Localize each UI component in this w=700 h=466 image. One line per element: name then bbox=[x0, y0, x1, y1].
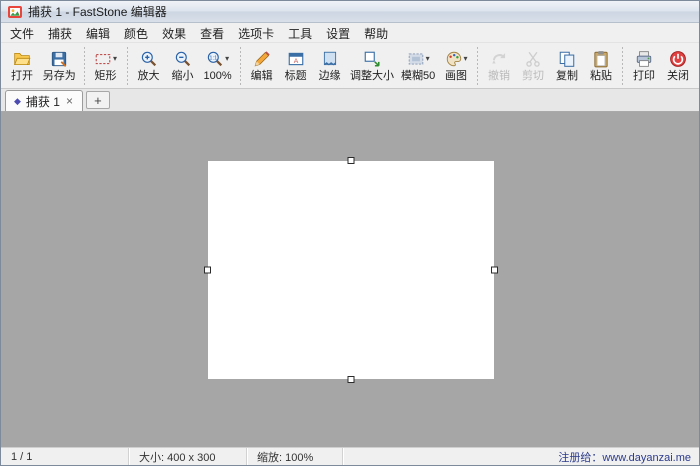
print-button[interactable]: 打印 bbox=[627, 45, 661, 87]
toolbar-label: 另存为 bbox=[43, 69, 76, 83]
zoom-in-icon bbox=[140, 50, 158, 68]
toolbar-label: 矩形 bbox=[95, 69, 117, 83]
edge-icon bbox=[321, 50, 339, 68]
folder-open-icon bbox=[13, 50, 31, 68]
draw-button[interactable]: ▾ 画图 bbox=[439, 45, 473, 87]
editor-canvas[interactable] bbox=[1, 112, 699, 447]
toolbar-label: 缩小 bbox=[172, 69, 194, 83]
tabbar: ◆ 捕获 1 × + bbox=[1, 89, 699, 112]
save-icon bbox=[50, 50, 68, 68]
statusbar: 1 / 1 大小: 400 x 300 缩放: 100% 注册给：www.day… bbox=[1, 447, 699, 465]
paste-icon bbox=[592, 50, 610, 68]
scissors-icon bbox=[524, 50, 542, 68]
toolbar-label: 关闭 bbox=[667, 69, 689, 83]
toolbar-label: 剪切 bbox=[522, 69, 544, 83]
toolbar-label: 模糊50 bbox=[401, 69, 435, 83]
menu-effects[interactable]: 效果 bbox=[155, 23, 193, 42]
svg-text:1:1: 1:1 bbox=[209, 55, 217, 61]
cut-button[interactable]: 剪切 bbox=[516, 45, 550, 87]
toolbar: 打开 另存为 ▾ 矩形 bbox=[1, 43, 699, 89]
menu-edit[interactable]: 编辑 bbox=[79, 23, 117, 42]
toolbar-label: 编辑 bbox=[251, 69, 273, 83]
new-tab-button[interactable]: + bbox=[86, 91, 110, 109]
toolbar-separator bbox=[240, 47, 241, 85]
toolbar-label: 标题 bbox=[285, 69, 307, 83]
resize-handle-top[interactable] bbox=[348, 157, 355, 164]
tab-label: 捕获 1 bbox=[26, 93, 60, 110]
captured-image[interactable] bbox=[208, 161, 494, 379]
chevron-down-icon: ▾ bbox=[225, 55, 229, 63]
toolbar-label: 100% bbox=[204, 69, 232, 83]
menu-file[interactable]: 文件 bbox=[3, 23, 41, 42]
open-button[interactable]: 打开 bbox=[5, 45, 39, 87]
toolbar-separator bbox=[622, 47, 623, 85]
copy-icon bbox=[558, 50, 576, 68]
resize-button[interactable]: 调整大小 bbox=[347, 45, 398, 87]
paint-icon bbox=[445, 50, 463, 68]
resize-handle-right[interactable] bbox=[491, 267, 498, 274]
paste-button[interactable]: 粘贴 bbox=[584, 45, 618, 87]
undo-icon bbox=[490, 50, 508, 68]
blur-icon bbox=[407, 50, 425, 68]
menu-capture[interactable]: 捕获 bbox=[41, 23, 79, 42]
zoom-out-button[interactable]: 缩小 bbox=[166, 45, 200, 87]
close-button[interactable]: 关闭 bbox=[661, 45, 695, 87]
tab-close-icon[interactable]: × bbox=[65, 94, 74, 108]
rect-select-icon bbox=[94, 50, 112, 68]
status-page-indicator: 1 / 1 bbox=[1, 448, 129, 465]
zoom-out-icon bbox=[174, 50, 192, 68]
toolbar-label: 打印 bbox=[633, 69, 655, 83]
status-registered-to: 注册给：www.dayanzai.me bbox=[548, 448, 699, 465]
app-window: 捕获 1 - FastStone 编辑器 文件 捕获 编辑 颜色 效果 查看 选… bbox=[0, 0, 700, 466]
toolbar-label: 调整大小 bbox=[350, 69, 394, 83]
resize-handle-bottom[interactable] bbox=[348, 376, 355, 383]
titlebar: 捕获 1 - FastStone 编辑器 bbox=[1, 1, 699, 23]
status-zoom-level: 缩放: 100% bbox=[247, 448, 343, 465]
toolbar-label: 放大 bbox=[138, 69, 160, 83]
menu-tabs[interactable]: 选项卡 bbox=[231, 23, 281, 42]
chevron-down-icon: ▾ bbox=[113, 55, 117, 63]
undo-button[interactable]: 撤销 bbox=[482, 45, 516, 87]
resize-icon bbox=[363, 50, 381, 68]
toolbar-separator bbox=[84, 47, 85, 85]
menu-help[interactable]: 帮助 bbox=[357, 23, 395, 42]
printer-icon bbox=[635, 50, 653, 68]
menu-settings[interactable]: 设置 bbox=[319, 23, 357, 42]
chevron-down-icon: ▾ bbox=[426, 55, 430, 63]
toolbar-label: 复制 bbox=[556, 69, 578, 83]
save-as-button[interactable]: 另存为 bbox=[39, 45, 80, 87]
edit-button[interactable]: 编辑 bbox=[245, 45, 279, 87]
zoom-level-icon: 1:1 bbox=[206, 50, 224, 68]
toolbar-label: 画图 bbox=[445, 69, 467, 83]
toolbar-separator bbox=[127, 47, 128, 85]
tab-diamond-icon: ◆ bbox=[14, 96, 21, 107]
toolbar-label: 撤销 bbox=[488, 69, 510, 83]
rectangle-select-button[interactable]: ▾ 矩形 bbox=[89, 45, 123, 87]
caption-icon: A bbox=[287, 50, 305, 68]
toolbar-separator bbox=[477, 47, 478, 85]
edge-button[interactable]: 边缘 bbox=[313, 45, 347, 87]
caption-button[interactable]: A 标题 bbox=[279, 45, 313, 87]
svg-text:A: A bbox=[293, 57, 298, 64]
app-logo-icon bbox=[7, 4, 23, 20]
copy-button[interactable]: 复制 bbox=[550, 45, 584, 87]
toolbar-label: 边缘 bbox=[319, 69, 341, 83]
menu-view[interactable]: 查看 bbox=[193, 23, 231, 42]
window-title: 捕获 1 - FastStone 编辑器 bbox=[28, 3, 167, 20]
menubar: 文件 捕获 编辑 颜色 效果 查看 选项卡 工具 设置 帮助 bbox=[1, 23, 699, 43]
zoom-in-button[interactable]: 放大 bbox=[132, 45, 166, 87]
toolbar-label: 粘贴 bbox=[590, 69, 612, 83]
toolbar-label: 打开 bbox=[11, 69, 33, 83]
status-image-size: 大小: 400 x 300 bbox=[129, 448, 247, 465]
blur-button[interactable]: ▾ 模糊50 bbox=[397, 45, 439, 87]
chevron-down-icon: ▾ bbox=[464, 55, 468, 63]
tab-capture-1[interactable]: ◆ 捕获 1 × bbox=[5, 90, 83, 111]
power-close-icon bbox=[669, 50, 687, 68]
menu-colors[interactable]: 颜色 bbox=[117, 23, 155, 42]
resize-handle-left[interactable] bbox=[204, 267, 211, 274]
edit-pencil-icon bbox=[253, 50, 271, 68]
menu-tools[interactable]: 工具 bbox=[281, 23, 319, 42]
zoom-level-button[interactable]: 1:1 ▾ 100% bbox=[200, 45, 236, 87]
